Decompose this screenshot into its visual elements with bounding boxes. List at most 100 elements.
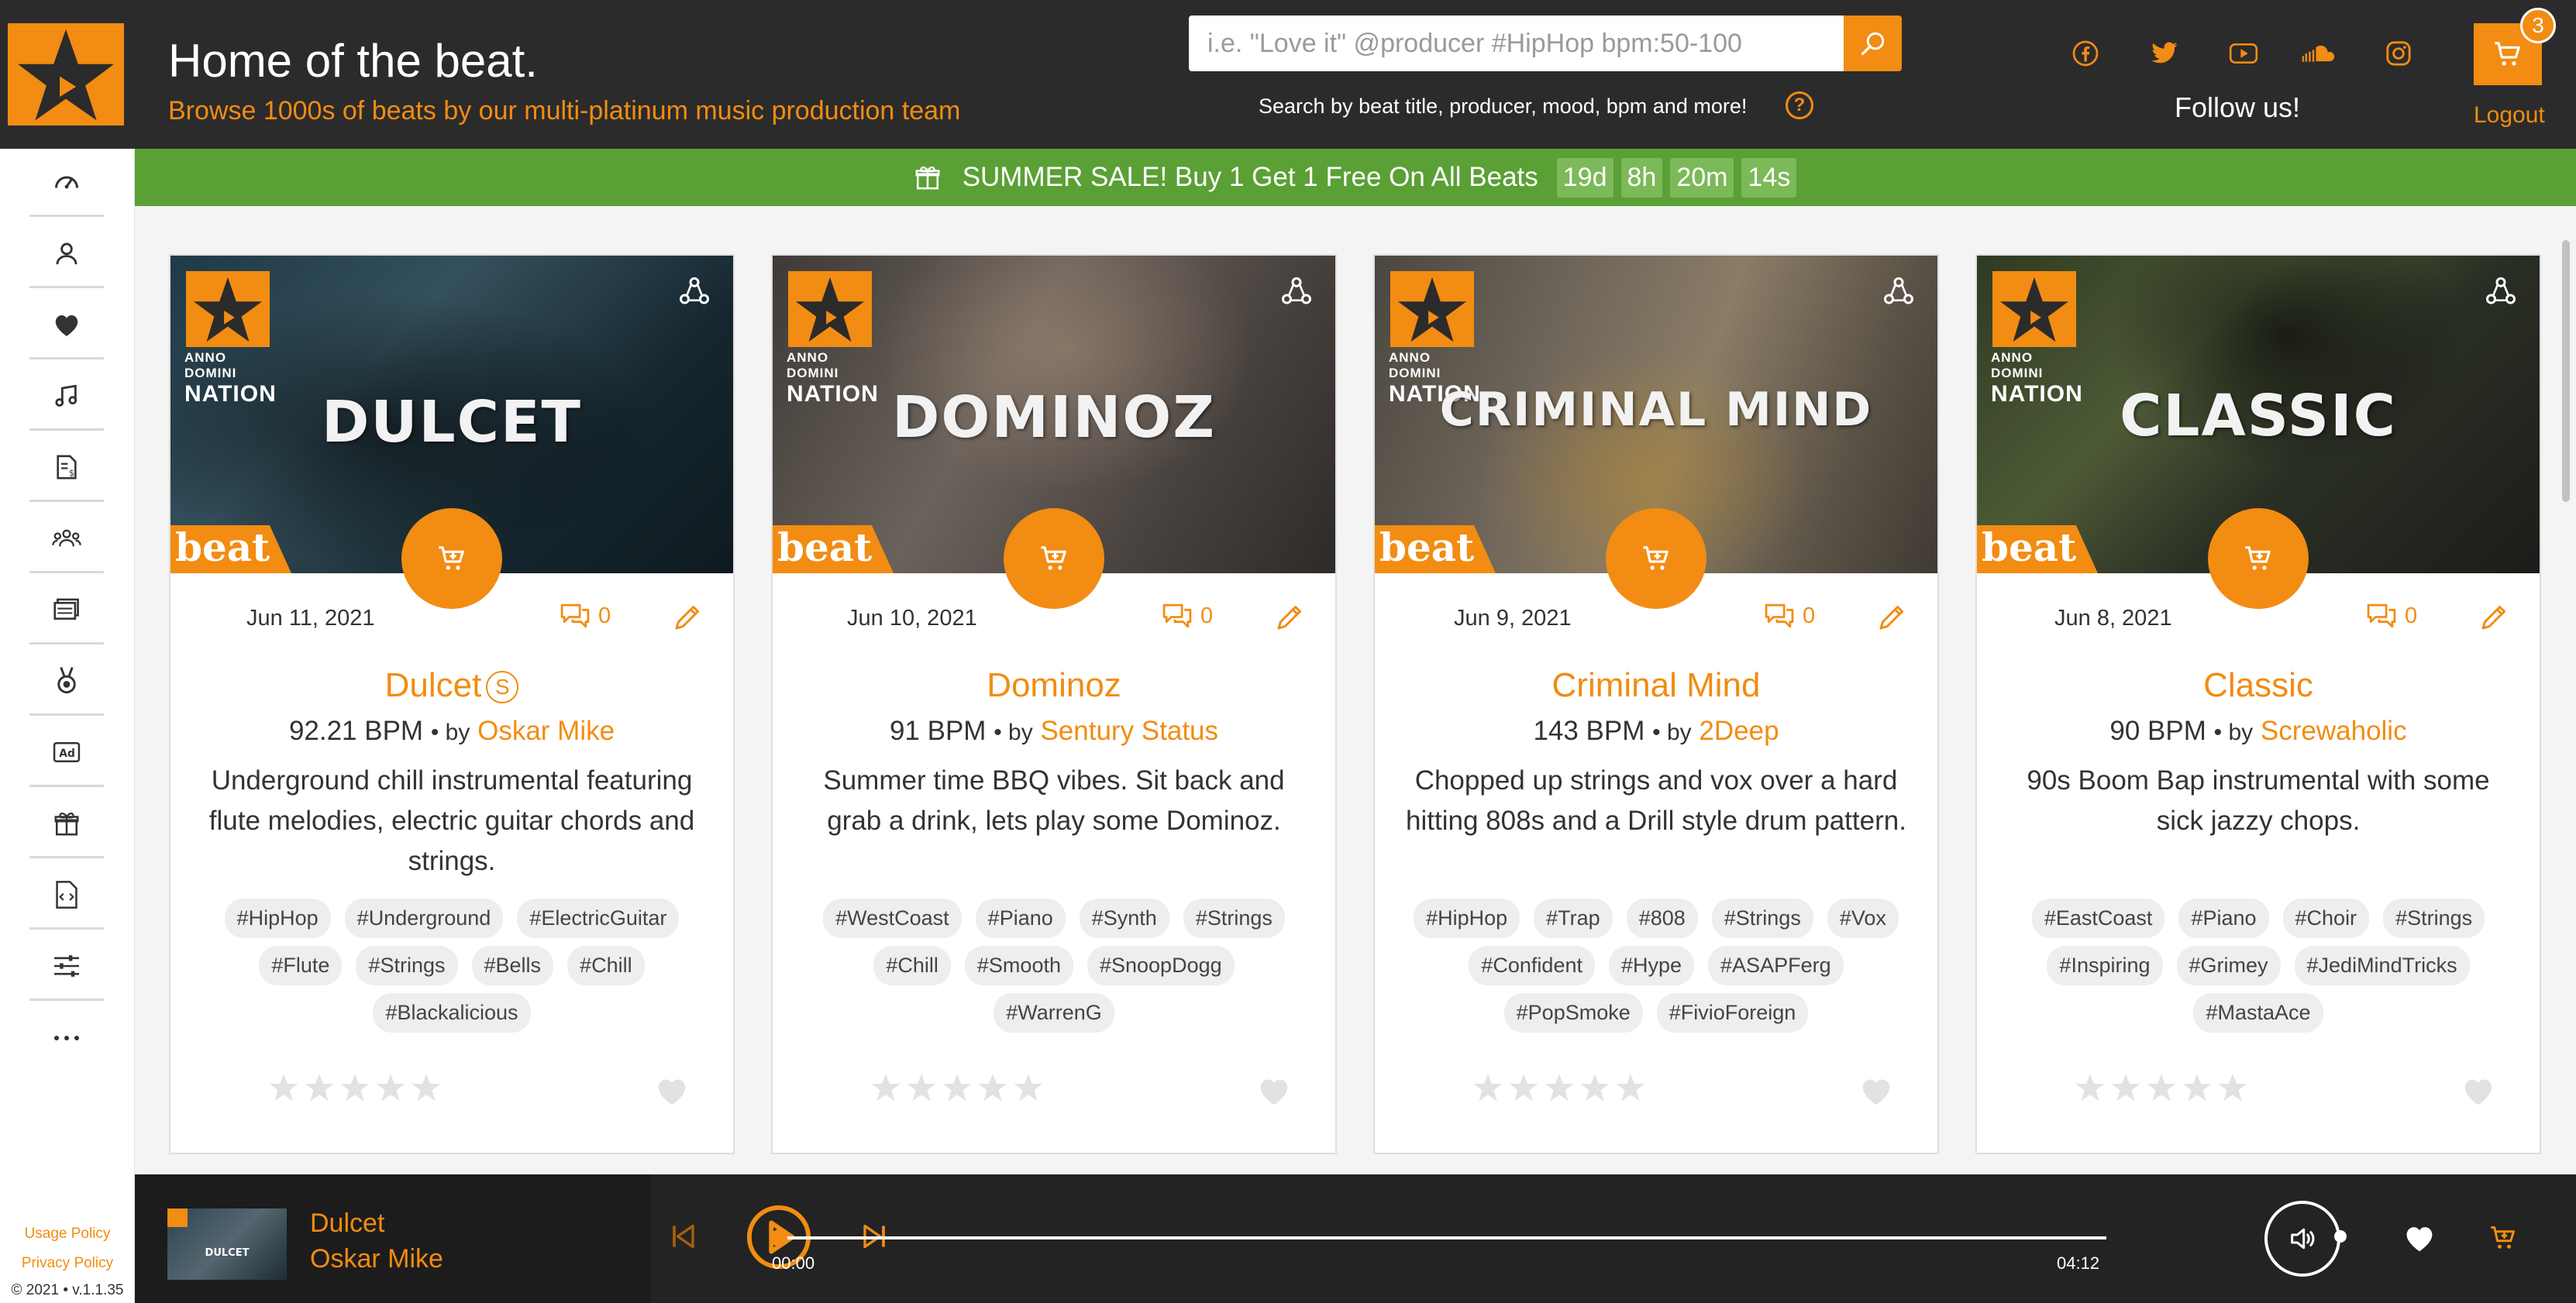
- player-add-to-cart-button[interactable]: [2486, 1222, 2520, 1253]
- youtube-icon[interactable]: [2226, 36, 2261, 71]
- volume-handle[interactable]: [2334, 1230, 2347, 1243]
- tag[interactable]: #HipHop: [1414, 899, 1520, 938]
- tag[interactable]: #Smooth: [964, 946, 1073, 985]
- star-icon[interactable]: [870, 1072, 901, 1103]
- tag[interactable]: #Strings: [1183, 899, 1285, 938]
- tag[interactable]: #MastaAce: [2193, 993, 2323, 1033]
- sidebar-item-gifts[interactable]: [29, 790, 104, 858]
- sidebar-item-settings[interactable]: [29, 933, 104, 1001]
- tag[interactable]: #JediMindTricks: [2294, 946, 2470, 985]
- sidebar-item-beats[interactable]: [29, 363, 104, 431]
- seek-handle[interactable]: [770, 1229, 787, 1246]
- tag[interactable]: #Confident: [1469, 946, 1595, 985]
- beat-card[interactable]: ANNO DOMINI NATION CLASSIC beat Jun 8, 202…: [1975, 254, 2541, 1154]
- site-logo[interactable]: [8, 23, 124, 125]
- search-button[interactable]: [1844, 15, 1902, 71]
- add-to-cart-button[interactable]: [2208, 508, 2309, 609]
- tag[interactable]: #Inspiring: [2047, 946, 2163, 985]
- sidebar-item-ads[interactable]: Ad: [29, 719, 104, 787]
- star-icon[interactable]: [2075, 1072, 2106, 1103]
- tag[interactable]: #Blackalicious: [373, 993, 531, 1033]
- tag[interactable]: #WestCoast: [823, 899, 962, 938]
- favorite-heart-icon[interactable]: [2461, 1075, 2496, 1106]
- edit-icon[interactable]: [673, 601, 704, 632]
- star-icon[interactable]: [1544, 1072, 1575, 1103]
- producer-link[interactable]: 2Deep: [1699, 716, 1779, 746]
- add-to-cart-button[interactable]: [401, 508, 502, 609]
- tag[interactable]: #Choir: [2282, 899, 2370, 938]
- tag[interactable]: #Strings: [1711, 899, 1813, 938]
- producer-link[interactable]: Screwaholic: [2261, 716, 2407, 746]
- star-icon[interactable]: [339, 1072, 370, 1103]
- tag[interactable]: #Flute: [259, 946, 343, 985]
- sidebar-item-favorites[interactable]: [29, 291, 104, 359]
- seek-bar[interactable]: [777, 1236, 2106, 1239]
- beat-card[interactable]: ANNO DOMINI NATION CRIMINAL MIND beat Jun …: [1373, 254, 1939, 1154]
- comments-button[interactable]: 0: [2366, 603, 2417, 629]
- sidebar-item-team[interactable]: [29, 505, 104, 573]
- star-icon[interactable]: [942, 1072, 973, 1103]
- tag[interactable]: #Underground: [344, 899, 504, 938]
- edit-icon[interactable]: [1275, 601, 1306, 632]
- beat-title[interactable]: Classic: [1977, 666, 2540, 705]
- star-icon[interactable]: [1579, 1072, 1610, 1103]
- sidebar-item-more[interactable]: [29, 1004, 104, 1072]
- twitter-icon[interactable]: [2147, 36, 2182, 71]
- tag[interactable]: #Chill: [873, 946, 951, 985]
- tag[interactable]: #ASAPFerg: [1708, 946, 1844, 985]
- star-icon[interactable]: [375, 1072, 406, 1103]
- tag[interactable]: #Hype: [1608, 946, 1695, 985]
- star-icon[interactable]: [2110, 1072, 2141, 1103]
- sidebar-item-awards[interactable]: [29, 648, 104, 716]
- favorite-heart-icon[interactable]: [654, 1075, 690, 1106]
- tag[interactable]: #Strings: [356, 946, 458, 985]
- beat-title[interactable]: Dulcet S: [170, 666, 733, 705]
- sidebar-item-invoices[interactable]: $: [29, 434, 104, 502]
- star-icon[interactable]: [2217, 1072, 2248, 1103]
- star-icon[interactable]: [1508, 1072, 1539, 1103]
- promo-banner[interactable]: SUMMER SALE! Buy 1 Get 1 Free On All Bea…: [135, 149, 2576, 206]
- tag[interactable]: #PopSmoke: [1503, 993, 1643, 1033]
- star-icon[interactable]: [268, 1072, 299, 1103]
- star-icon[interactable]: [411, 1072, 442, 1103]
- rating-stars[interactable]: [2075, 1072, 2248, 1103]
- tag[interactable]: #Chill: [567, 946, 645, 985]
- facebook-icon[interactable]: [2068, 36, 2103, 71]
- tag[interactable]: #HipHop: [224, 899, 331, 938]
- star-icon[interactable]: [1472, 1072, 1503, 1103]
- edit-icon[interactable]: [2479, 601, 2510, 632]
- now-playing-title[interactable]: Dulcet: [310, 1208, 384, 1239]
- tag[interactable]: #FivioForeign: [1656, 993, 1809, 1033]
- sidebar-item-dashboard[interactable]: [29, 149, 104, 217]
- add-to-cart-button[interactable]: [1606, 508, 1706, 609]
- comments-button[interactable]: 0: [1162, 603, 1213, 629]
- tag[interactable]: #Strings: [2383, 899, 2485, 938]
- beat-title[interactable]: Dominoz: [773, 666, 1335, 705]
- tag[interactable]: #Synth: [1079, 899, 1169, 938]
- edit-icon[interactable]: [1877, 601, 1908, 632]
- now-playing-thumbnail[interactable]: DULCET: [167, 1208, 287, 1280]
- tag[interactable]: #Trap: [1534, 899, 1613, 938]
- instagram-icon[interactable]: [2381, 36, 2416, 71]
- share-icon[interactable]: [1883, 276, 1914, 307]
- star-icon[interactable]: [906, 1072, 937, 1103]
- tag[interactable]: #EastCoast: [2031, 899, 2165, 938]
- rating-stars[interactable]: [870, 1072, 1044, 1103]
- star-icon[interactable]: [977, 1072, 1008, 1103]
- tag[interactable]: #Piano: [975, 899, 1066, 938]
- comments-button[interactable]: 0: [1764, 603, 1815, 629]
- previous-button[interactable]: [670, 1221, 697, 1252]
- favorite-button[interactable]: [2402, 1222, 2437, 1253]
- sidebar-item-code[interactable]: [29, 861, 104, 930]
- tag[interactable]: #WarrenG: [994, 993, 1114, 1033]
- sidebar-item-account[interactable]: [29, 220, 104, 288]
- share-icon[interactable]: [679, 276, 710, 307]
- share-icon[interactable]: [1281, 276, 1312, 307]
- producer-link[interactable]: Sentury Status: [1040, 716, 1218, 746]
- search-input[interactable]: [1189, 15, 1844, 71]
- help-icon[interactable]: ?: [1786, 91, 1813, 119]
- favorite-heart-icon[interactable]: [1858, 1075, 1894, 1106]
- producer-link[interactable]: Oskar Mike: [477, 716, 615, 746]
- star-icon[interactable]: [2182, 1072, 2213, 1103]
- logout-link[interactable]: Logout: [2474, 102, 2545, 129]
